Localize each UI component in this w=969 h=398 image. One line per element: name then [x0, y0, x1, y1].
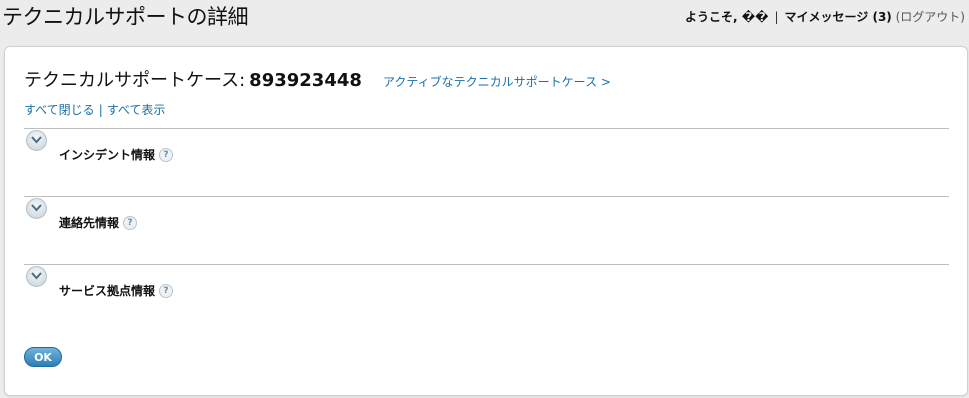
section-title-text: 連絡先情報 — [59, 216, 120, 230]
page-title: テクニカルサポートの詳細 — [2, 5, 249, 29]
section-title: 連絡先情報? — [59, 214, 138, 231]
separator: | — [774, 10, 779, 24]
toggle-divider: | — [98, 103, 103, 117]
user-bar: ようこそ, �� | マイメッセージ (3) (ログアウト) — [685, 8, 965, 25]
case-number: 893923448 — [249, 70, 362, 91]
chevron-down-icon[interactable] — [26, 198, 47, 219]
help-icon[interactable]: ? — [123, 215, 138, 230]
chevron-down-icon[interactable] — [26, 130, 47, 151]
my-messages-link[interactable]: マイメッセージ (3) — [785, 10, 892, 24]
section-incident-info: インシデント情報? — [24, 128, 949, 196]
help-icon[interactable]: ? — [159, 147, 174, 162]
section-title: サービス拠点情報? — [59, 282, 174, 299]
section-contact-info: 連絡先情報? — [24, 196, 949, 264]
case-header: テクニカルサポートケース: 893923448 アクティブなテクニカルサポートケー… — [24, 66, 611, 92]
expand-all-link[interactable]: すべて表示 — [107, 103, 166, 117]
help-icon[interactable]: ? — [159, 283, 174, 298]
case-label: テクニカルサポートケース: — [24, 70, 246, 91]
case-detail-panel: テクニカルサポートケース: 893923448 アクティブなテクニカルサポートケー… — [4, 46, 968, 396]
logout-link[interactable]: (ログアウト) — [896, 10, 965, 24]
welcome-text: ようこそ, �� — [685, 10, 769, 24]
collapse-all-link[interactable]: すべて閉じる — [24, 103, 95, 117]
toggle-links: すべて閉じる | すべて表示 — [24, 101, 165, 118]
chevron-down-icon[interactable] — [26, 266, 47, 287]
active-cases-link[interactable]: アクティブなテクニカルサポートケース > — [383, 75, 611, 89]
ok-button[interactable]: OK — [24, 347, 62, 367]
section-service-location-info: サービス拠点情報? — [24, 264, 949, 332]
section-title-text: サービス拠点情報 — [59, 284, 156, 298]
section-title-text: インシデント情報 — [59, 148, 156, 162]
section-title: インシデント情報? — [59, 146, 174, 163]
